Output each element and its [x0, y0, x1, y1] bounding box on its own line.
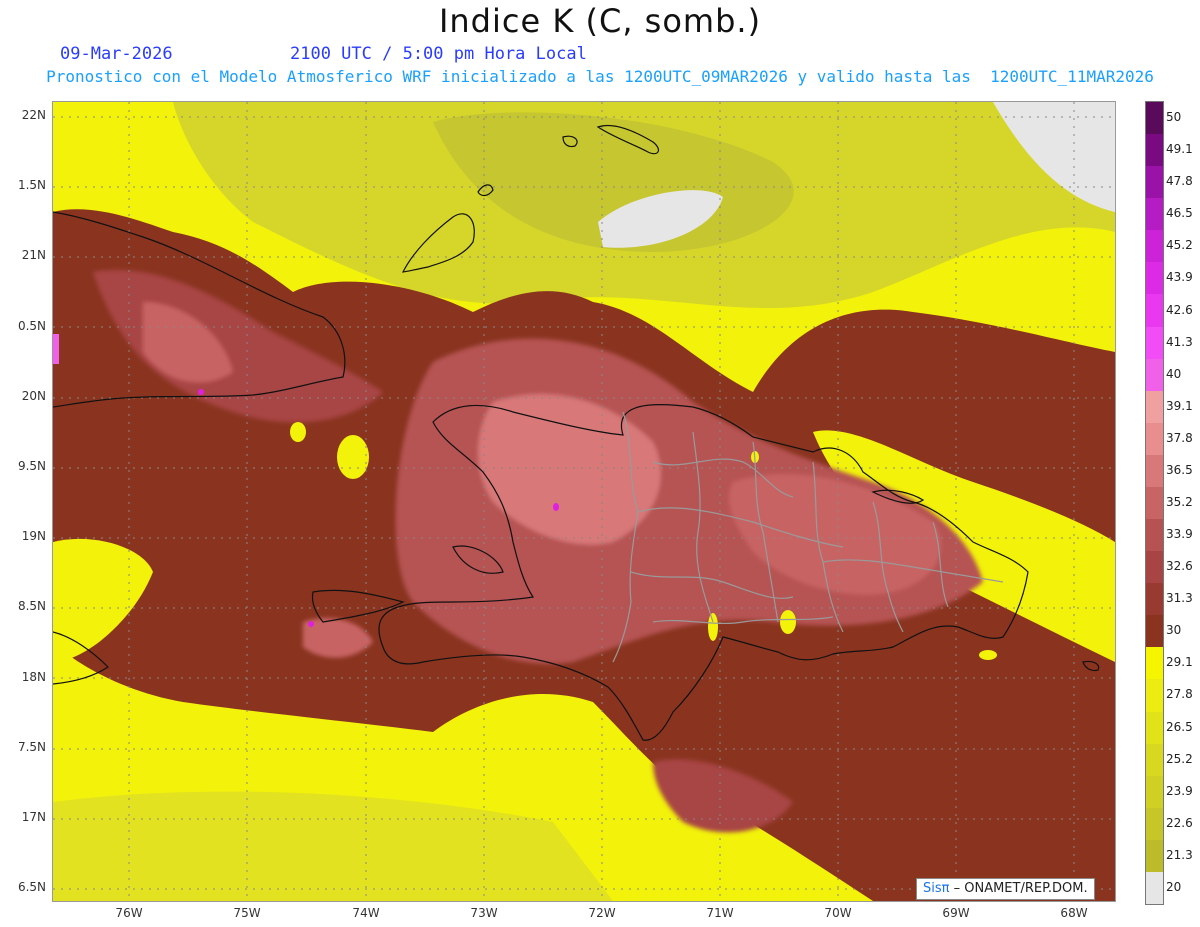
legend-label: 27.8: [1166, 687, 1193, 702]
yellow-hole: [337, 435, 369, 479]
legend-swatch: [1146, 551, 1163, 584]
lon-label: 68W: [1060, 906, 1088, 920]
legend-label: 49.1: [1166, 142, 1193, 157]
legend-label: 22.6: [1166, 815, 1193, 830]
legend-label: 40: [1166, 366, 1182, 381]
legend-label: 25.2: [1166, 751, 1193, 766]
credit-brand: Sisπ: [923, 881, 950, 896]
credit-box: Sisπ – ONAMET/REP.DOM.: [916, 878, 1095, 900]
yellow-hole: [780, 610, 796, 634]
legend-swatch: [1146, 583, 1163, 616]
legend-label: 50: [1166, 110, 1182, 125]
legend-label: 42.6: [1166, 302, 1193, 317]
map-title: Indice K (C, somb.): [438, 2, 762, 40]
legend-swatch: [1146, 711, 1163, 745]
legend-label: 35.2: [1166, 495, 1193, 509]
legend-label: 45.2: [1166, 238, 1193, 253]
high-k-spot: [53, 334, 59, 364]
legend-swatch: [1146, 102, 1163, 135]
legend-label: 43.9: [1166, 270, 1193, 285]
lat-label: 22N: [21, 108, 46, 122]
legend-label: 46.5: [1166, 206, 1193, 221]
lat-label: 6.5N: [17, 880, 46, 894]
lat-label: 19N: [21, 529, 46, 543]
lon-label: 69W: [942, 906, 970, 920]
lon-label: 71W: [706, 906, 734, 920]
yellow-hole: [979, 650, 997, 660]
lat-label: 17N: [21, 810, 46, 824]
legend-swatch: [1146, 775, 1163, 809]
legend-swatch: [1146, 390, 1163, 424]
legend-swatch: [1146, 486, 1163, 520]
color-legend-bar: [1145, 101, 1164, 905]
lon-label: 74W: [352, 906, 380, 920]
legend-swatch: [1146, 839, 1163, 873]
legend-label: 23.9: [1166, 783, 1193, 798]
lon-label: 76W: [115, 906, 143, 920]
legend-label: 20: [1166, 879, 1182, 894]
high-k-spot: [553, 503, 559, 511]
legend-swatch: [1146, 679, 1163, 713]
legend-swatch: [1146, 647, 1163, 680]
map-canvas: [53, 102, 1115, 901]
legend-swatch: [1146, 166, 1163, 199]
legend-swatch: [1146, 615, 1163, 648]
lat-label: 18N: [21, 670, 46, 684]
legend-label: 21.3: [1166, 847, 1193, 862]
legend-swatch: [1146, 262, 1163, 295]
forecast-date: 09-Mar-2026: [60, 44, 173, 64]
legend-swatch: [1146, 294, 1163, 328]
legend-swatch: [1146, 422, 1163, 456]
legend-swatch: [1146, 454, 1163, 488]
legend-label: 30: [1166, 623, 1182, 638]
lat-label: 0.5N: [17, 319, 46, 333]
lat-label: 8.5N: [17, 599, 46, 613]
legend-label: 41.3: [1166, 334, 1193, 349]
lat-label: 20N: [21, 389, 46, 403]
valid-time: 2100 UTC / 5:00 pm Hora Local: [290, 44, 587, 64]
legend-swatch: [1146, 871, 1163, 905]
legend-label: 37.8: [1166, 430, 1193, 445]
legend-label: 39.1: [1166, 398, 1193, 413]
lat-label: 21N: [21, 248, 46, 262]
legend-label: 47.8: [1166, 174, 1193, 189]
lon-label: 75W: [233, 906, 261, 920]
legend-label: 32.6: [1166, 559, 1193, 574]
legend-label: 36.5: [1166, 462, 1193, 477]
legend-label: 31.3: [1166, 591, 1193, 606]
legend-label: 26.5: [1166, 719, 1193, 734]
legend-swatch: [1146, 230, 1163, 263]
legend-swatch: [1146, 358, 1163, 392]
lat-label: 7.5N: [17, 740, 46, 754]
lon-label: 73W: [470, 906, 498, 920]
legend-swatch: [1146, 198, 1163, 231]
high-k-spot: [198, 389, 204, 395]
high-k-spot: [308, 621, 314, 627]
legend-swatch: [1146, 134, 1163, 167]
lat-label: 1.5N: [17, 178, 46, 192]
credit-text: – ONAMET/REP.DOM.: [949, 881, 1088, 896]
legend-swatch: [1146, 519, 1163, 552]
legend-label: 33.9: [1166, 527, 1193, 542]
lat-label: 9.5N: [17, 459, 46, 473]
yellow-hole: [708, 613, 718, 641]
yellow-hole: [290, 422, 306, 442]
k-index-map: [52, 101, 1116, 902]
legend-swatch: [1146, 807, 1163, 841]
lon-label: 72W: [588, 906, 616, 920]
legend-swatch: [1146, 326, 1163, 360]
legend-label: 29.1: [1166, 655, 1193, 670]
model-description: Pronostico con el Modelo Atmosferico WRF…: [46, 67, 1154, 86]
legend-swatch: [1146, 743, 1163, 777]
lon-label: 70W: [824, 906, 852, 920]
